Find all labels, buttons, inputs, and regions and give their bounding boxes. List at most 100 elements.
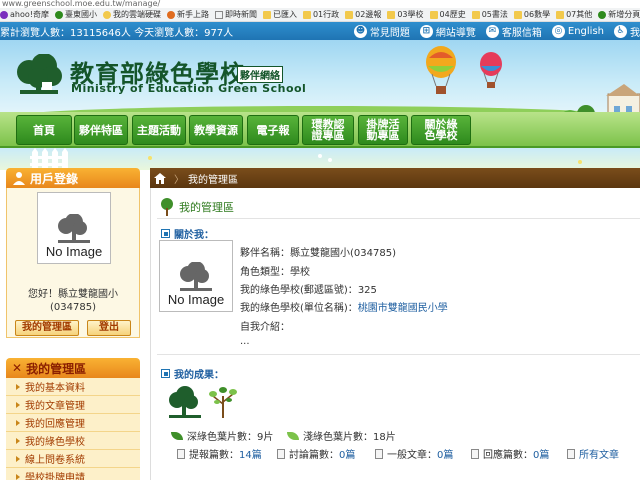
login-panel-header: 用戶登錄 — [6, 168, 140, 188]
profile-photo: No Image — [159, 240, 233, 312]
bookmark-folder-06[interactable]: 06數學 — [513, 9, 550, 20]
folder-icon — [262, 10, 271, 19]
people-icon: ☻ — [353, 24, 367, 38]
tree-icon — [161, 198, 173, 216]
main-nav: 首頁 夥伴特區 主題活動 教學資源 電子報 環教認證專區 掛牌活動專區 關於綠色… — [0, 112, 640, 148]
nav-theme-activities[interactable]: 主題活動 — [132, 115, 186, 145]
school-icon — [54, 10, 63, 19]
home-icon[interactable] — [150, 168, 170, 188]
folder-icon — [556, 10, 565, 19]
folder-icon — [429, 10, 438, 19]
bookmark-school[interactable]: 臺東國小 — [54, 9, 97, 20]
drive-icon — [102, 10, 111, 19]
globe-icon: ◎ — [551, 24, 565, 38]
menu-item-replies[interactable]: 我的回應管理 — [6, 414, 140, 432]
bookmark-news[interactable]: 即時新聞 — [214, 9, 257, 20]
achievement-trees-icon — [169, 386, 237, 418]
accessibility-link[interactable]: ♿ 我 — [614, 24, 640, 39]
address-bar[interactable]: www.greenschool.moe.edu.tw/manage/ — [0, 0, 640, 8]
document-icon — [471, 448, 479, 459]
document-icon — [277, 448, 285, 459]
globe-icon — [598, 10, 607, 19]
bookmark-folder-05[interactable]: 05書法 — [471, 9, 508, 20]
nav-partner-zone[interactable]: 夥伴特區 — [74, 115, 128, 145]
menu-item-survey[interactable]: 線上問卷系統 — [6, 450, 140, 468]
school-unit-link[interactable]: 桃園市雙龍國民小學 — [358, 303, 448, 314]
bookmark-getting-started[interactable]: 新手上路 — [166, 9, 209, 20]
stat-discussion: 討論篇數： 0篇 — [277, 446, 355, 461]
menu-item-basic-info[interactable]: 我的基本資料 — [6, 378, 140, 396]
greeting-text: 您好！縣立雙龍國小 (034785) — [28, 289, 118, 313]
bookmark-folder-04[interactable]: 04歷史 — [429, 9, 466, 20]
bookmark-new-tab[interactable]: 新增分頁 — [598, 9, 640, 20]
about-me-title: 關於我： — [161, 226, 214, 241]
green-school-logo-icon[interactable] — [14, 54, 64, 98]
breadcrumb-separator: 〉 — [174, 174, 184, 186]
nav-about[interactable]: 關於綠色學校 — [411, 115, 471, 145]
document-icon — [567, 448, 575, 459]
bookmark-folder-02[interactable]: 02邊報 — [345, 9, 381, 20]
contact-link[interactable]: ✉ 客服信箱 — [485, 24, 542, 39]
bookmark-drive[interactable]: 我的雲端硬碟 — [102, 9, 161, 20]
school-postal-code: 我的綠色學校(郵遞區號)：325 — [240, 285, 377, 296]
nav-newsletter[interactable]: 電子報 — [247, 115, 299, 145]
bookmark-folder-imported[interactable]: 已匯入 — [262, 9, 297, 20]
logout-button[interactable]: 登出 — [87, 320, 131, 336]
light-leaf-icon — [287, 431, 299, 440]
stat-replies: 回應篇數： 0篇 — [471, 446, 549, 461]
achievements-title: 我的成果： — [161, 366, 224, 381]
breadcrumb: 〉 我的管理區 — [150, 168, 640, 188]
document-icon — [375, 448, 383, 459]
visitor-stats: 累計瀏覽人數：13115646人 今天瀏覽人數：977人 — [0, 27, 234, 39]
bullet-square-icon — [161, 229, 170, 238]
self-intro-value: ... — [240, 336, 250, 347]
no-image-logo-icon — [58, 214, 90, 243]
nav-certification-zone[interactable]: 環教認證專區 — [302, 115, 354, 145]
bookmark-folder-01[interactable]: 01行政 — [302, 9, 339, 20]
triangle-icon — [16, 383, 20, 390]
self-intro: 自我介紹： — [240, 322, 290, 333]
manage-menu-header: ✕ 我的管理區 — [6, 358, 140, 378]
triangle-icon — [16, 437, 20, 444]
no-image-logo-icon — [180, 262, 212, 291]
login-panel: No Image 您好！縣立雙龍國小 (034785) 我的管理區 登出 — [6, 188, 140, 338]
my-manage-button[interactable]: 我的管理區 — [15, 320, 79, 336]
nav-teaching-resources[interactable]: 教學資源 — [189, 115, 243, 145]
breadcrumb-current: 我的管理區 — [188, 174, 238, 186]
main-content: 我的管理區 關於我： No Image 夥伴名稱：縣立雙龍國小(034785) … — [150, 188, 640, 480]
deep-leaves-count: 深綠色葉片數： 9片 — [171, 428, 273, 443]
site-title-english: Ministry of Education Green School — [71, 82, 307, 95]
user-icon — [13, 172, 25, 185]
school-unit-name: 我的綠色學校(單位名稱)：桃園市雙龍國民小學 — [240, 303, 448, 314]
faq-link[interactable]: ☻ 常見問題 — [353, 24, 410, 39]
folder-icon — [387, 10, 396, 19]
bookmark-folder-07[interactable]: 07其他 — [556, 9, 592, 20]
fence-illustration — [30, 148, 582, 170]
tools-icon: ✕ — [12, 361, 23, 375]
page-icon — [214, 10, 223, 19]
triangle-icon — [16, 473, 20, 480]
triangle-icon — [16, 455, 20, 462]
triangle-icon — [16, 401, 20, 408]
menu-item-articles[interactable]: 我的文章管理 — [6, 396, 140, 414]
nav-home[interactable]: 首頁 — [16, 115, 72, 145]
site-topbar: 累計瀏覽人數：13115646人 今天瀏覽人數：977人 ☻ 常見問題 ⊞ 網站導覽… — [0, 22, 640, 40]
accessibility-icon: ♿ — [614, 24, 627, 38]
bookmark-yahoo[interactable]: ahoo!奇摩 — [0, 9, 49, 20]
folder-icon — [302, 10, 311, 19]
menu-item-plaque-apply[interactable]: 學校掛牌申請 — [6, 468, 140, 480]
menu-item-green-school[interactable]: 我的綠色學校 — [6, 432, 140, 450]
bullet-square-icon — [161, 369, 170, 378]
bookmark-folder-03[interactable]: 03學校 — [387, 9, 424, 20]
document-icon — [177, 448, 185, 459]
site-header: 教育部綠色學校 夥伴網絡 Ministry of Education Green… — [0, 40, 640, 118]
nav-plaque-activity-zone[interactable]: 掛牌活動專區 — [358, 115, 408, 145]
triangle-icon — [16, 419, 20, 426]
folder-icon — [345, 10, 354, 19]
folder-icon — [471, 10, 480, 19]
stat-all-articles[interactable]: 所有文章 — [567, 446, 619, 461]
hot-air-balloon-icon — [426, 46, 456, 94]
english-link[interactable]: ◎ English — [551, 24, 604, 38]
sitemap-icon: ⊞ — [419, 24, 433, 38]
sitemap-link[interactable]: ⊞ 網站導覽 — [419, 24, 476, 39]
